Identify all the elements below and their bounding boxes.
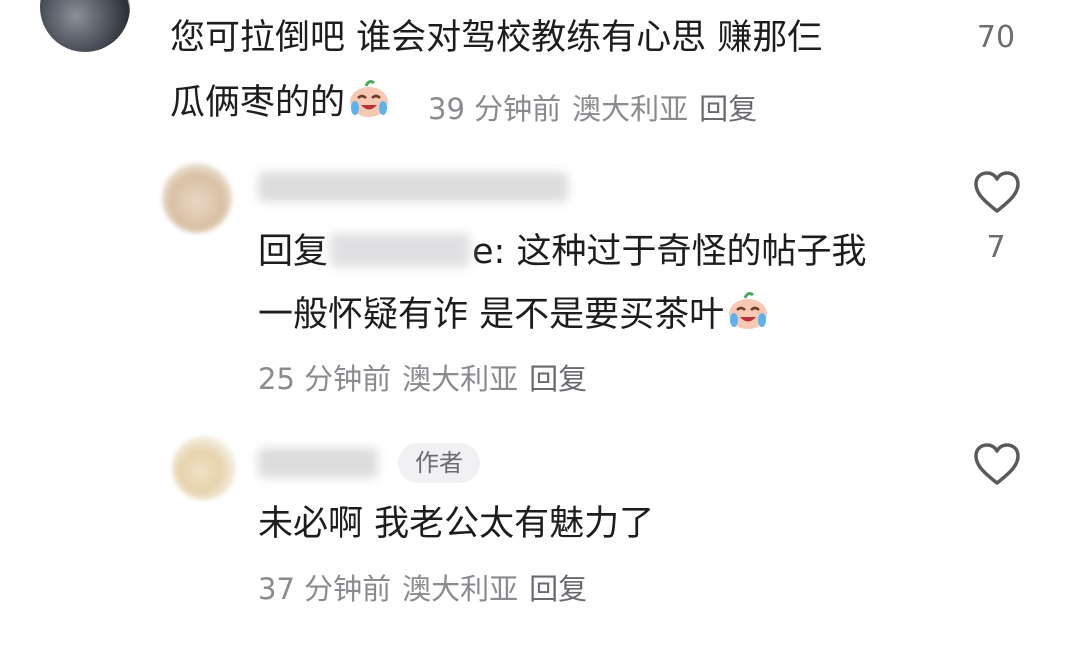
comment-location: 澳大利亚 [402,572,519,606]
avatar[interactable] [40,0,130,52]
reply-button[interactable]: 回复 [699,92,757,126]
reply-button[interactable]: 回复 [529,572,587,606]
comment-location: 澳大利亚 [572,92,689,126]
reply-prefix: 回复 [258,232,329,272]
username-blurred[interactable] [258,448,378,478]
comment-time: 37 分钟前 [258,572,392,606]
heart-outline-icon[interactable] [973,442,1021,486]
crying-laughing-emoji-icon [726,288,770,332]
comment-meta: 25 分钟前 澳大利亚 回复 [258,356,598,398]
avatar[interactable] [172,436,236,500]
comment-text-line: 回复 e: 这种过于奇怪的帖子我 [258,226,866,279]
reply-button[interactable]: 回复 [529,362,587,396]
comment-text: e: 这种过于奇怪的帖子我 [472,232,867,272]
comment-text-line: 一般怀疑有诈 是不是要买茶叶 [258,288,770,342]
avatar[interactable] [162,163,232,233]
comment-time: 25 分钟前 [258,362,392,396]
comment-text-line: 您可拉倒吧 谁会对驾校教练有心思 赚那仨 [170,18,823,58]
comment-meta: 39 分钟前 澳大利亚 回复 [428,86,768,128]
comment-text-line: 瓜俩枣的的 [170,76,391,130]
comment-time: 39 分钟前 [428,92,562,126]
comment-location: 澳大利亚 [402,362,519,396]
like-count: 7 [986,230,1006,265]
comment-text: 瓜俩枣的的 [170,83,346,123]
mentioned-username-blurred[interactable] [330,233,471,267]
like-count: 70 [976,20,1016,55]
crying-laughing-emoji-icon [347,76,391,120]
comment-text: 一般怀疑有诈 是不是要买茶叶 [258,295,725,335]
comment-meta: 37 分钟前 澳大利亚 回复 [258,566,598,608]
author-badge: 作者 [398,443,480,483]
heart-outline-icon[interactable] [973,170,1021,214]
username-blurred[interactable] [258,172,568,202]
comment-text-line: 未必啊 我老公太有魅力了 [258,504,655,544]
